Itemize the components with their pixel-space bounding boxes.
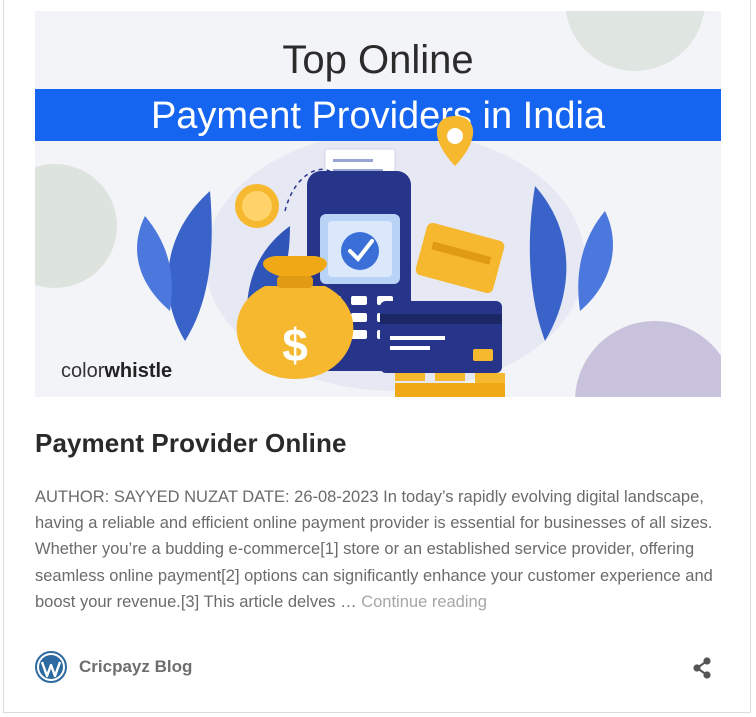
share-icon[interactable] [691, 656, 713, 680]
featured-image[interactable]: Top Online Payment Providers in India $ … [35, 11, 721, 397]
blog-name: Cricpayz Blog [79, 657, 193, 676]
post-excerpt: AUTHOR: SAYYED NUZAT DATE: 26-08-2023 In… [35, 484, 725, 615]
page: Top Online Payment Providers in India $ … [0, 0, 756, 717]
post-footer: Cricpayz Blog [35, 650, 721, 686]
wordpress-icon [35, 651, 67, 683]
blog-link[interactable]: Cricpayz Blog [35, 651, 192, 683]
continue-reading-link[interactable]: Continue reading [361, 593, 487, 611]
post-title[interactable]: Payment Provider Online [35, 428, 347, 459]
featured-image-illustration: Top Online Payment Providers in India $ … [35, 11, 721, 397]
brand-logo: colorwhistle [61, 360, 172, 382]
dollar-sign-icon: $ [282, 319, 308, 371]
hero-title-line1: Top Online [282, 38, 473, 82]
hero-title-line2: Payment Providers in India [151, 95, 606, 137]
